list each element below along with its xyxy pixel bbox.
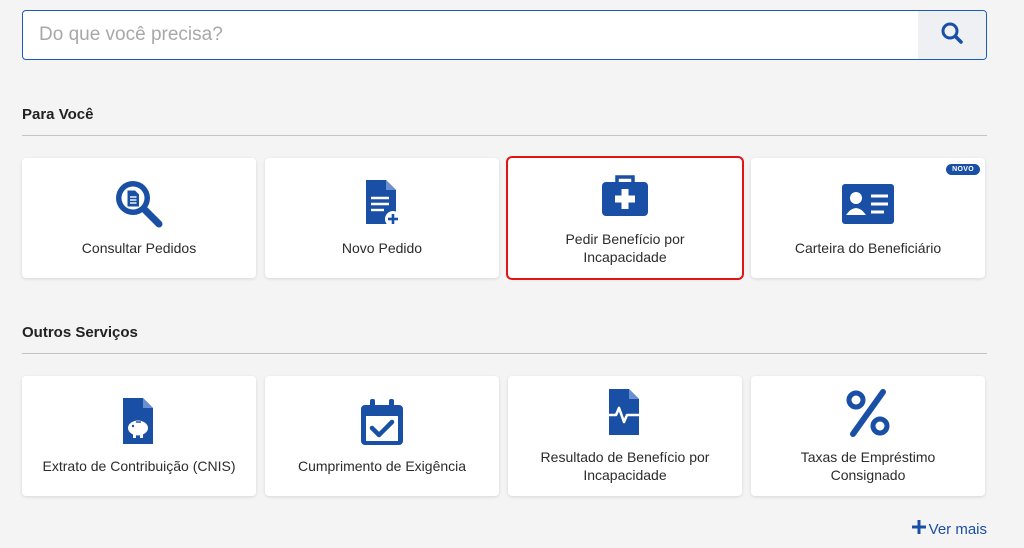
search-button[interactable] — [918, 11, 986, 59]
section-divider — [22, 135, 987, 136]
card-resultado-beneficio-incapacidade[interactable]: Resultado de Benefício por Incapacidade — [508, 376, 742, 496]
medical-kit-icon — [600, 170, 650, 220]
id-card-icon — [840, 179, 896, 229]
search-icon — [940, 21, 964, 50]
card-carteira-beneficiario[interactable]: NOVO Carteira do Beneficiário — [751, 158, 985, 278]
ver-mais-link[interactable]: Ver mais — [911, 520, 987, 538]
para-voce-grid: Consultar Pedidos Novo Pedido Pedir Bene… — [22, 156, 987, 280]
card-cumprimento-exigencia[interactable]: Cumprimento de Exigência — [265, 376, 499, 496]
card-label: Pedir Benefício por Incapacidade — [565, 231, 685, 265]
outros-servicos-grid: Extrato de Contribuição (CNIS) Cumprimen… — [22, 376, 987, 496]
card-label: Novo Pedido — [341, 240, 423, 256]
card-label: Extrato de Contribuição (CNIS) — [42, 458, 236, 474]
new-badge: NOVO — [946, 164, 980, 175]
piggy-bank-document-icon — [117, 397, 161, 447]
section-title-outros-servicos: Outros Serviços — [22, 324, 138, 341]
search-bar — [22, 10, 987, 60]
search-input[interactable] — [23, 11, 918, 59]
card-novo-pedido[interactable]: Novo Pedido — [265, 158, 499, 278]
card-label: Taxas de Empréstimo Consignado — [800, 449, 936, 483]
section-title-para-voce: Para Você — [22, 106, 94, 123]
calendar-check-icon — [359, 397, 405, 447]
ver-mais-label: Ver mais — [928, 520, 987, 538]
card-extrato-contribuicao[interactable]: Extrato de Contribuição (CNIS) — [22, 376, 256, 496]
percent-icon — [845, 388, 891, 438]
plus-icon — [911, 520, 926, 538]
search-document-icon — [113, 179, 165, 229]
card-label: Carteira do Beneficiário — [794, 240, 942, 256]
card-label: Consultar Pedidos — [81, 240, 197, 256]
new-document-icon — [360, 179, 404, 229]
card-taxas-emprestimo-consignado[interactable]: Taxas de Empréstimo Consignado — [751, 376, 985, 496]
section-divider — [22, 353, 987, 354]
card-label: Cumprimento de Exigência — [297, 458, 467, 474]
heartbeat-document-icon — [603, 388, 647, 438]
card-consultar-pedidos[interactable]: Consultar Pedidos — [22, 158, 256, 278]
card-label: Resultado de Benefício por Incapacidade — [540, 449, 710, 483]
card-pedir-beneficio-incapacidade[interactable]: Pedir Benefício por Incapacidade — [506, 156, 744, 280]
